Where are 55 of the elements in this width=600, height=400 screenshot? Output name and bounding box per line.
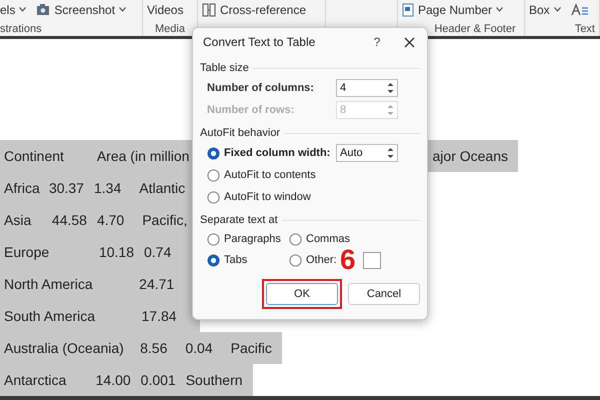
- table-text: 0.74: [144, 242, 172, 262]
- help-button[interactable]: ?: [367, 33, 387, 51]
- group-label: Media: [154, 22, 186, 36]
- table-text: 0.04: [185, 338, 213, 358]
- dialog-title: Convert Text to Table: [203, 34, 316, 51]
- option-label[interactable]: AutoFit to contents: [224, 166, 332, 184]
- group-label: Header & Footer: [433, 22, 517, 36]
- number-field[interactable]: 4: [336, 79, 398, 97]
- group-label: Text: [574, 22, 595, 36]
- table-text: Antarctica: [4, 370, 66, 390]
- table-text: Africa: [4, 178, 40, 198]
- table-text: Pacific,: [142, 210, 188, 230]
- dialog-button[interactable]: OK: [266, 283, 338, 305]
- table-text: 17.84: [142, 306, 177, 326]
- option-label[interactable]: Commas: [306, 231, 350, 248]
- option-label[interactable]: Fixed column width:: [224, 144, 332, 162]
- table-text: 0.001: [140, 370, 176, 390]
- table-text: 4.70: [96, 210, 124, 230]
- table-text: 8.56: [140, 338, 168, 358]
- width-field[interactable]: Auto: [336, 144, 398, 162]
- table-text: Continent: [4, 146, 64, 166]
- table-text: Southern: [186, 370, 243, 390]
- table-text: ajor Oceans: [432, 146, 508, 166]
- table-text: Asia: [4, 210, 32, 230]
- ribbon-button[interactable]: Videos: [147, 0, 184, 18]
- table-text: 44.58: [52, 210, 87, 230]
- ribbon-button[interactable]: els: [0, 0, 26, 18]
- ribbon-button[interactable]: Page Number: [402, 0, 504, 18]
- section-heading: Separate text at: [200, 212, 278, 228]
- option-label[interactable]: Tabs: [224, 252, 248, 269]
- ribbon-button[interactable]: Box: [529, 0, 561, 18]
- table-text: 14.00: [96, 370, 131, 390]
- table-text: Europe: [4, 242, 50, 262]
- group-label: strations: [0, 22, 43, 36]
- table-text: Atlantic: [139, 178, 186, 198]
- table-text: North America: [4, 274, 93, 294]
- table-text: 1.34: [94, 178, 122, 198]
- option-label[interactable]: Paragraphs: [224, 231, 281, 248]
- table-text: Area (in million: [96, 146, 190, 166]
- dialog-button[interactable]: Cancel: [348, 283, 420, 305]
- table-text: South America: [4, 306, 96, 326]
- table-text: 10.18: [98, 242, 134, 262]
- section-heading: Table size: [200, 60, 249, 76]
- option-label[interactable]: AutoFit to window: [224, 188, 332, 206]
- table-text: 30.37: [48, 178, 84, 198]
- field-label: Number of rows:: [207, 102, 296, 118]
- section-heading: AutoFit behavior: [200, 126, 280, 141]
- table-text: Australia (Oceania): [4, 338, 124, 358]
- ribbon-button[interactable]: Screenshot: [36, 0, 126, 18]
- ribbon-button[interactable]: Cross-reference: [202, 0, 306, 18]
- step-number: 6: [340, 246, 356, 274]
- table-text: 24.71: [139, 274, 174, 294]
- table-text: Pacific: [230, 338, 272, 358]
- option-label[interactable]: Other:: [306, 252, 337, 269]
- field-label: Number of columns:: [207, 80, 315, 96]
